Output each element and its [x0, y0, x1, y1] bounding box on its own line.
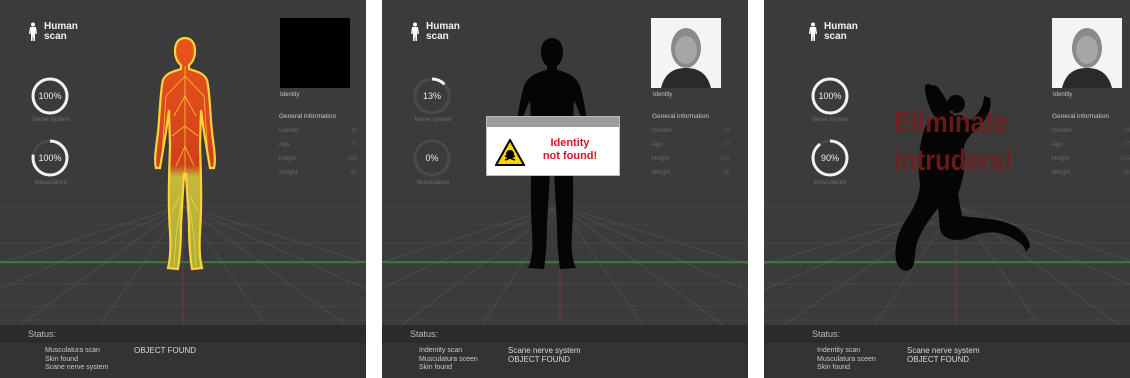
- musculature-value: 90%: [820, 153, 839, 163]
- warning-text: Identity not found!: [535, 137, 605, 163]
- identity-label: Identity: [653, 92, 673, 98]
- info-row-weight: Weight 80: [1052, 170, 1130, 176]
- result-line: Scane nerve system: [907, 346, 980, 355]
- result-line: Scane nerve system: [508, 346, 581, 355]
- info-row-height: Height 185: [1052, 156, 1130, 162]
- logo-line-2: scan: [824, 31, 847, 42]
- info-row-gender: Gender M: [279, 128, 357, 134]
- warning-header: [487, 117, 619, 127]
- identity-photo: [280, 18, 350, 88]
- nerve-system-label: Nerve system: [811, 117, 849, 123]
- musculature-gauge: 0%: [412, 138, 452, 178]
- warning-line-2: not found!: [542, 150, 598, 162]
- human-figure-icon: [809, 22, 817, 41]
- nerve-system-value: 100%: [38, 91, 62, 101]
- nerve-system-value: 100%: [818, 91, 842, 101]
- human-figure-icon: [29, 22, 37, 41]
- skull-warning-icon: [495, 139, 525, 166]
- nerve-system-label: Nerve system: [414, 117, 452, 123]
- info-row-age: Age 27: [1052, 142, 1130, 148]
- status-bar: Status:: [764, 325, 1130, 343]
- status-bar: Status:: [382, 325, 748, 343]
- info-row-height: Height 185: [279, 156, 357, 162]
- log-line: Scane nerve system: [45, 364, 109, 371]
- general-information-title: General information: [1052, 113, 1110, 120]
- musculature-gauge: 100%: [30, 138, 70, 178]
- identity-photo: [651, 18, 721, 88]
- status-log: Indentity scan Musculatura sceen Skin fo…: [419, 347, 478, 373]
- app-logo: Human scan: [410, 22, 460, 42]
- status-title: Status:: [812, 329, 841, 339]
- identity-warning: Identity not found!: [486, 116, 620, 176]
- log-line: Indentity scan: [419, 347, 463, 354]
- scan-panel-1: Human scan 100% Nerve system 100% Muscul…: [0, 0, 366, 378]
- app-logo: Human scan: [808, 22, 858, 42]
- nerve-system-gauge: 100%: [810, 76, 850, 116]
- nerve-system-gauge: 13%: [412, 76, 452, 116]
- info-row-age: Age 27: [279, 142, 357, 148]
- info-row-gender: Gender M: [652, 128, 730, 134]
- musculature-value: 0%: [425, 153, 439, 163]
- nerve-system-gauge: 100%: [30, 76, 70, 116]
- app-logo: Human scan: [28, 22, 78, 42]
- info-row-weight: Weight 80: [652, 170, 730, 176]
- log-line: Skin found: [817, 364, 851, 371]
- info-row-age: Age 27: [652, 142, 730, 148]
- status-title: Status:: [410, 329, 439, 339]
- info-row-gender: Gender M: [1052, 128, 1130, 134]
- log-line: Musculatura sceen: [817, 355, 876, 363]
- overlay-line-2: intruders!: [894, 144, 1014, 177]
- musculature-value: 100%: [38, 153, 62, 163]
- log-line: Skin found: [419, 364, 453, 371]
- eliminate-overlay: Eliminate intruders!: [894, 104, 1013, 180]
- result-line: OBJECT FOUND: [907, 355, 970, 364]
- logo-line-2: scan: [44, 31, 67, 42]
- status-log: Musculatura scan Skin found Scane nerve …: [45, 347, 108, 373]
- status-result: Scane nerve system OBJECT FOUND: [508, 346, 580, 364]
- result-line: OBJECT FOUND: [134, 346, 197, 355]
- status-body: Indentity scan Musculatura sceen Skin fo…: [764, 343, 1130, 378]
- scan-panel-2: Human scan 13% Nerve system 0% Musculatu…: [382, 0, 748, 378]
- status-body: Musculatura scan Skin found Scane nerve …: [0, 343, 366, 378]
- nerve-system-body: [154, 36, 216, 271]
- musculature-gauge: 90%: [810, 138, 850, 178]
- log-line: Musculatura scan: [45, 347, 100, 354]
- log-line: Skin found: [45, 355, 79, 363]
- info-row-height: Height 185: [652, 156, 730, 162]
- nerve-system-value: 13%: [422, 91, 441, 101]
- status-log: Indentity scan Musculatura sceen Skin fo…: [817, 347, 876, 373]
- result-line: OBJECT FOUND: [508, 355, 571, 364]
- overlay-line-1: Eliminate: [894, 106, 1008, 139]
- log-line: Musculatura sceen: [419, 355, 478, 363]
- nerve-system-label: Nerve system: [32, 117, 70, 123]
- identity-photo: [1052, 18, 1122, 88]
- musculature-label: Musculature: [813, 180, 847, 186]
- musculature-label: Musculature: [416, 180, 450, 186]
- identity-label: Identity: [1053, 92, 1073, 98]
- scan-panel-3: Human scan 100% Nerve system 90% Muscula…: [764, 0, 1130, 378]
- musculature-label: Musculature: [34, 180, 68, 186]
- logo-line-2: scan: [426, 31, 449, 42]
- human-figure-icon: [411, 22, 419, 41]
- status-title: Status:: [28, 329, 57, 339]
- log-line: Indentity scan: [817, 347, 861, 354]
- info-row-weight: Weight 80: [279, 170, 357, 176]
- status-result: Scane nerve system OBJECT FOUND: [907, 346, 979, 364]
- status-result: OBJECT FOUND: [134, 346, 196, 355]
- general-information-title: General information: [652, 113, 710, 120]
- warning-line-1: Identity: [550, 137, 590, 149]
- general-information-title: General information: [279, 113, 337, 120]
- status-bar: Status:: [0, 325, 366, 343]
- status-body: Indentity scan Musculatura sceen Skin fo…: [382, 343, 748, 378]
- identity-label: Identity: [280, 92, 300, 98]
